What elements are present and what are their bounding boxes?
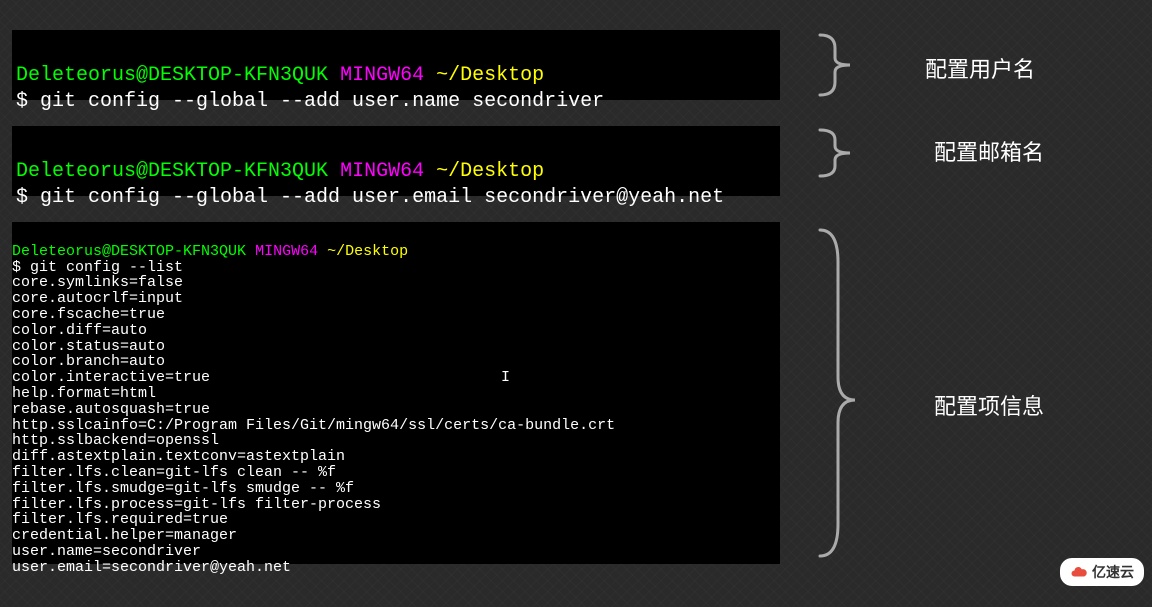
command-line[interactable]: $ git config --list xyxy=(12,259,183,276)
brace-icon xyxy=(810,30,870,100)
terminal-block-list: Deleteorus@DESKTOP-KFN3QUK MINGW64 ~/Des… xyxy=(12,222,780,564)
annotation-email: 配置邮箱名 xyxy=(934,135,1044,167)
annotation-username: 配置用户名 xyxy=(925,52,1035,84)
brace-icon xyxy=(810,222,870,564)
config-output: core.symlinks=false core.autocrlf=input … xyxy=(12,275,780,575)
prompt-env: MINGW64 xyxy=(340,64,424,87)
prompt-path: ~/Desktop xyxy=(436,64,544,87)
prompt-path: ~/Desktop xyxy=(436,160,544,183)
prompt-user-host: Deleteorus@DESKTOP-KFN3QUK xyxy=(16,64,328,87)
cloud-icon xyxy=(1070,563,1088,581)
command-line[interactable]: $ git config --global --add user.name se… xyxy=(16,90,604,113)
prompt-env: MINGW64 xyxy=(255,243,318,260)
prompt-user-host: Deleteorus@DESKTOP-KFN3QUK xyxy=(12,243,246,260)
command-line[interactable]: $ git config --global --add user.email s… xyxy=(16,186,724,209)
terminal-block-email: Deleteorus@DESKTOP-KFN3QUK MINGW64 ~/Des… xyxy=(12,126,780,196)
prompt-env: MINGW64 xyxy=(340,160,424,183)
terminal-block-username: Deleteorus@DESKTOP-KFN3QUK MINGW64 ~/Des… xyxy=(12,30,780,100)
annotation-config-info: 配置项信息 xyxy=(934,389,1044,421)
prompt-path: ~/Desktop xyxy=(327,243,408,260)
watermark-badge: 亿速云 xyxy=(1060,558,1144,586)
prompt-user-host: Deleteorus@DESKTOP-KFN3QUK xyxy=(16,160,328,183)
text-cursor-icon: I xyxy=(501,370,510,386)
brace-icon xyxy=(810,126,870,180)
watermark-text: 亿速云 xyxy=(1092,562,1134,582)
